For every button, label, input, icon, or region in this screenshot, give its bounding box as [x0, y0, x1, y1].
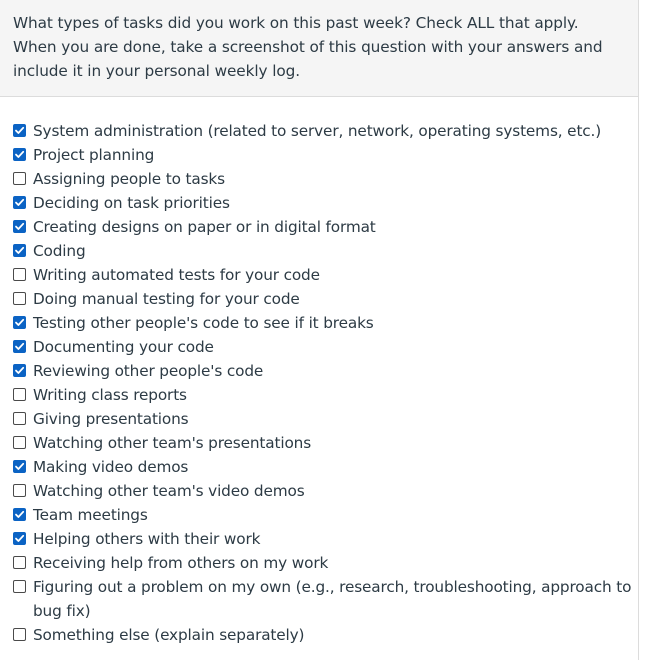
- option-label[interactable]: Watching other team's presentations: [33, 431, 633, 455]
- checkmark-icon: [15, 126, 25, 134]
- checkmark-icon: [15, 462, 25, 470]
- option-item[interactable]: Receiving help from others on my work: [13, 551, 633, 575]
- option-label[interactable]: Figuring out a problem on my own (e.g., …: [33, 575, 633, 623]
- option-label[interactable]: Documenting your code: [33, 335, 633, 359]
- option-label[interactable]: Team meetings: [33, 503, 633, 527]
- option-label[interactable]: Coding: [33, 239, 633, 263]
- option-item[interactable]: Making video demos: [13, 455, 633, 479]
- option-item[interactable]: Team meetings: [13, 503, 633, 527]
- checkmark-icon: [15, 150, 25, 158]
- checkmark-icon: [15, 318, 25, 326]
- option-item[interactable]: Giving presentations: [13, 407, 633, 431]
- panel-border: [638, 97, 639, 660]
- checkmark-icon: [15, 198, 25, 206]
- option-label[interactable]: Helping others with their work: [33, 527, 633, 551]
- checkmark-icon: [15, 510, 25, 518]
- checkmark-icon: [15, 246, 25, 254]
- option-label[interactable]: Doing manual testing for your code: [33, 287, 633, 311]
- option-item[interactable]: Reviewing other people's code: [13, 359, 633, 383]
- checkbox-checked[interactable]: [13, 220, 26, 233]
- option-label[interactable]: Reviewing other people's code: [33, 359, 633, 383]
- option-item[interactable]: Testing other people's code to see if it…: [13, 311, 633, 335]
- option-item[interactable]: Watching other team's presentations: [13, 431, 633, 455]
- checkbox-unchecked[interactable]: [13, 292, 26, 305]
- checkbox-unchecked[interactable]: [13, 172, 26, 185]
- option-label[interactable]: System administration (related to server…: [33, 119, 633, 143]
- option-label[interactable]: Deciding on task priorities: [33, 191, 633, 215]
- option-item[interactable]: Figuring out a problem on my own (e.g., …: [13, 575, 633, 623]
- option-label[interactable]: Watching other team's video demos: [33, 479, 633, 503]
- option-label[interactable]: Receiving help from others on my work: [33, 551, 633, 575]
- checkbox-checked[interactable]: [13, 340, 26, 353]
- checkmark-icon: [15, 534, 25, 542]
- checkbox-checked[interactable]: [13, 124, 26, 137]
- checkbox-unchecked[interactable]: [13, 388, 26, 401]
- question-header: What types of tasks did you work on this…: [0, 0, 639, 97]
- checkmark-icon: [15, 222, 25, 230]
- option-label[interactable]: Something else (explain separately): [33, 623, 633, 647]
- option-label[interactable]: Making video demos: [33, 455, 633, 479]
- checkbox-checked[interactable]: [13, 196, 26, 209]
- question-text: What types of tasks did you work on this…: [13, 14, 603, 80]
- option-item[interactable]: System administration (related to server…: [13, 119, 633, 143]
- option-item[interactable]: Deciding on task priorities: [13, 191, 633, 215]
- option-label[interactable]: Writing class reports: [33, 383, 633, 407]
- checkbox-unchecked[interactable]: [13, 412, 26, 425]
- checkbox-checked[interactable]: [13, 532, 26, 545]
- option-item[interactable]: Doing manual testing for your code: [13, 287, 633, 311]
- option-item[interactable]: Watching other team's video demos: [13, 479, 633, 503]
- checkbox-unchecked[interactable]: [13, 436, 26, 449]
- checkbox-unchecked[interactable]: [13, 580, 26, 593]
- option-label[interactable]: Assigning people to tasks: [33, 167, 633, 191]
- option-label[interactable]: Giving presentations: [33, 407, 633, 431]
- option-item[interactable]: Writing automated tests for your code: [13, 263, 633, 287]
- option-label[interactable]: Writing automated tests for your code: [33, 263, 633, 287]
- answer-options-list: System administration (related to server…: [13, 119, 633, 647]
- option-item[interactable]: Documenting your code: [13, 335, 633, 359]
- option-label[interactable]: Creating designs on paper or in digital …: [33, 215, 633, 239]
- checkbox-unchecked[interactable]: [13, 268, 26, 281]
- option-item[interactable]: Creating designs on paper or in digital …: [13, 215, 633, 239]
- option-item[interactable]: Project planning: [13, 143, 633, 167]
- option-item[interactable]: Writing class reports: [13, 383, 633, 407]
- option-label[interactable]: Project planning: [33, 143, 633, 167]
- checkmark-icon: [15, 366, 25, 374]
- checkmark-icon: [15, 342, 25, 350]
- checkbox-unchecked[interactable]: [13, 556, 26, 569]
- option-item[interactable]: Coding: [13, 239, 633, 263]
- checkbox-checked[interactable]: [13, 460, 26, 473]
- checkbox-checked[interactable]: [13, 148, 26, 161]
- option-item[interactable]: Helping others with their work: [13, 527, 633, 551]
- option-label[interactable]: Testing other people's code to see if it…: [33, 311, 633, 335]
- checkbox-unchecked[interactable]: [13, 484, 26, 497]
- checkbox-checked[interactable]: [13, 316, 26, 329]
- checkbox-unchecked[interactable]: [13, 628, 26, 641]
- option-item[interactable]: Something else (explain separately): [13, 623, 633, 647]
- checkbox-checked[interactable]: [13, 364, 26, 377]
- checkbox-checked[interactable]: [13, 508, 26, 521]
- option-item[interactable]: Assigning people to tasks: [13, 167, 633, 191]
- checkbox-checked[interactable]: [13, 244, 26, 257]
